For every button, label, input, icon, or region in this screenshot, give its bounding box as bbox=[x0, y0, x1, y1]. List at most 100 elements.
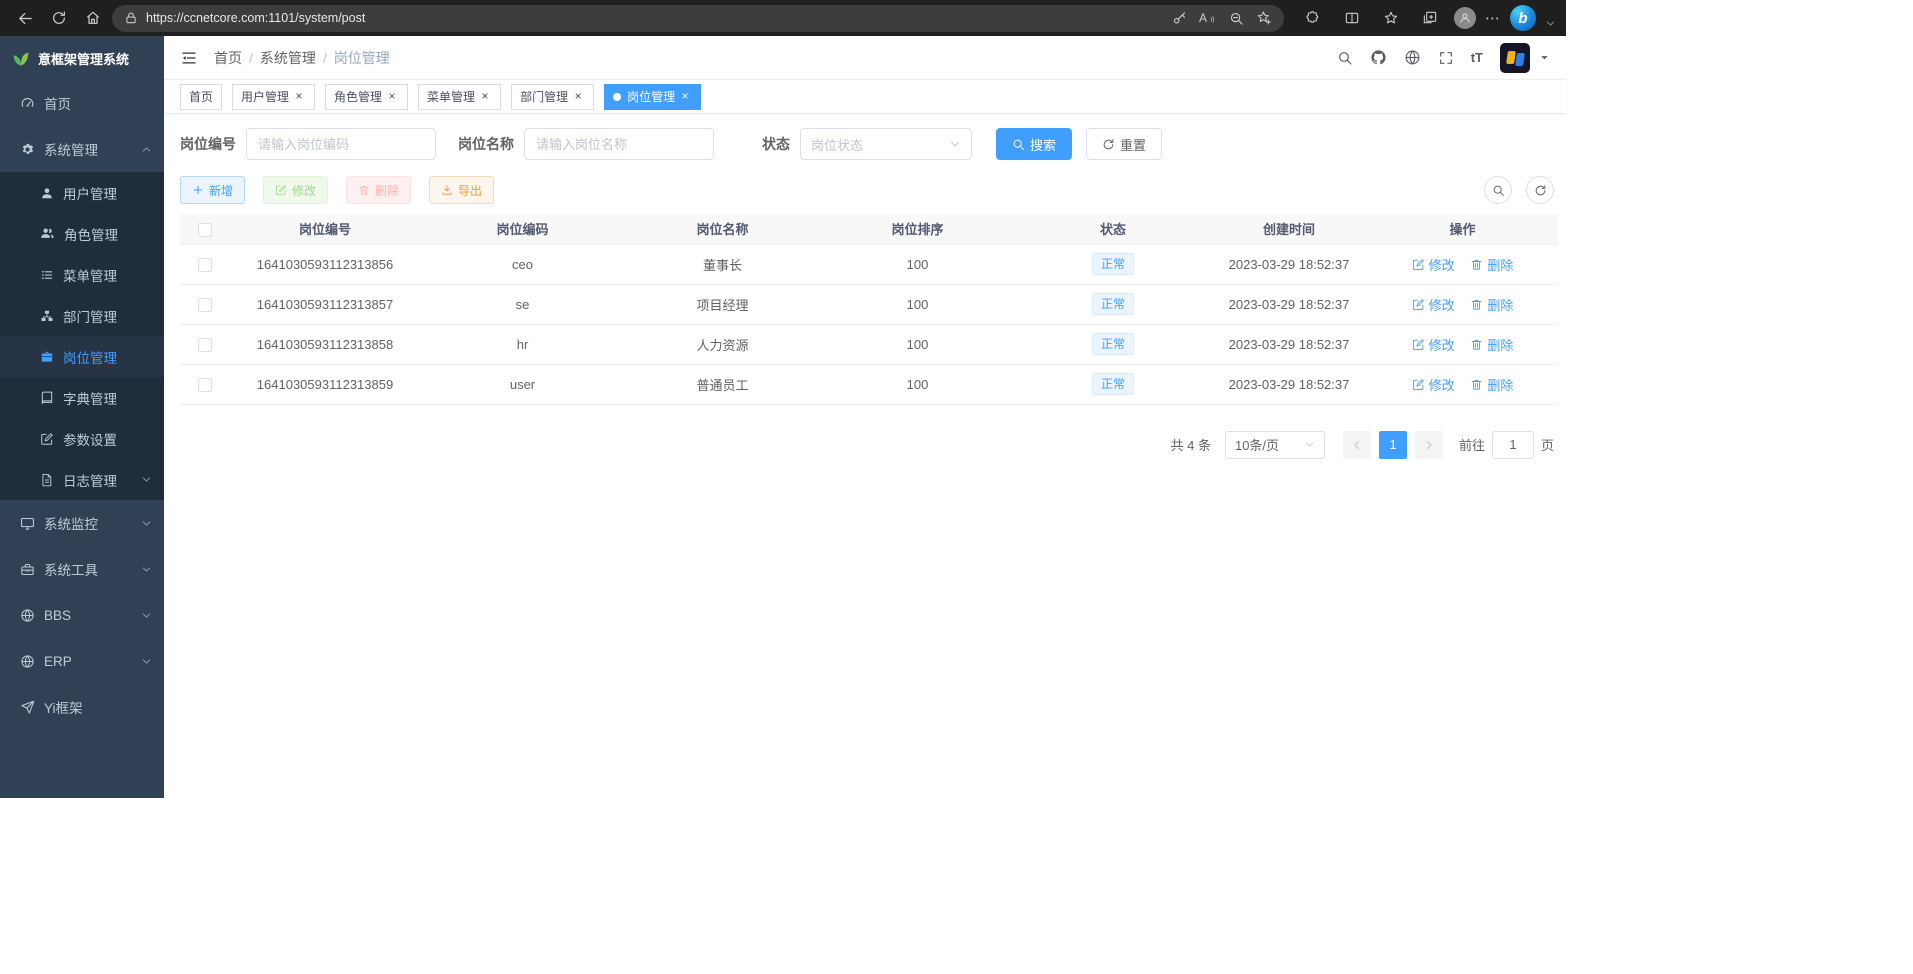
sidebar-caret-icon[interactable] bbox=[1545, 18, 1556, 29]
page-refresh-button[interactable] bbox=[44, 4, 74, 32]
sidebar-submenu-system: 用户管理 角色管理 菜单管理 部门管理 bbox=[0, 172, 164, 500]
address-bar[interactable]: https://ccnetcore.com:1101/system/post A bbox=[112, 5, 1284, 32]
row-checkbox[interactable] bbox=[198, 378, 212, 392]
trash-icon bbox=[1470, 258, 1483, 271]
sidebar-item-label: 首页 bbox=[44, 93, 71, 113]
cell-post-code: user bbox=[420, 364, 625, 404]
app-logo[interactable]: 意框架管理系统 bbox=[0, 36, 164, 80]
row-delete-link[interactable]: 删除 bbox=[1470, 335, 1513, 354]
row-checkbox[interactable] bbox=[198, 338, 212, 352]
delete-link-label: 删除 bbox=[1487, 375, 1513, 394]
sidebar-item-role-mgmt[interactable]: 角色管理 bbox=[0, 213, 164, 254]
col-post-id: 岗位编号 bbox=[230, 214, 420, 244]
sidebar-item-home[interactable]: 首页 bbox=[0, 80, 164, 126]
post-name-input[interactable] bbox=[524, 128, 714, 160]
close-icon[interactable]: × bbox=[478, 90, 492, 104]
fullscreen-icon[interactable] bbox=[1438, 50, 1454, 66]
row-checkbox[interactable] bbox=[198, 298, 212, 312]
sidebar-item-label: 岗位管理 bbox=[63, 347, 117, 367]
add-button[interactable]: 新增 bbox=[180, 176, 245, 204]
sidebar-item-menu-mgmt[interactable]: 菜单管理 bbox=[0, 254, 164, 295]
sidebar-item-post-mgmt[interactable]: 岗位管理 bbox=[0, 336, 164, 377]
page-1-button[interactable]: 1 bbox=[1379, 431, 1407, 459]
zoom-out-icon[interactable] bbox=[1229, 11, 1244, 26]
refresh-table-button[interactable] bbox=[1526, 176, 1554, 204]
browser-profile-avatar[interactable] bbox=[1454, 7, 1476, 29]
goto-page-input[interactable] bbox=[1492, 431, 1534, 459]
tab-post-mgmt[interactable]: 岗位管理 × bbox=[604, 84, 701, 110]
bing-copilot-icon[interactable]: b bbox=[1510, 5, 1536, 31]
font-size-icon[interactable]: tT bbox=[1471, 50, 1483, 65]
help-question-icon[interactable] bbox=[1404, 49, 1421, 66]
search-button[interactable]: 搜索 bbox=[996, 128, 1072, 160]
prev-page-button[interactable] bbox=[1343, 431, 1371, 459]
close-icon[interactable]: × bbox=[678, 90, 692, 104]
sidebar-item-dict-mgmt[interactable]: 字典管理 bbox=[0, 377, 164, 418]
tab-label: 角色管理 bbox=[334, 88, 382, 105]
collections-button[interactable] bbox=[1415, 4, 1445, 32]
edit-button-label: 修改 bbox=[292, 182, 316, 199]
read-aloud-icon[interactable]: A bbox=[1199, 11, 1217, 25]
globe-icon bbox=[20, 608, 35, 623]
select-all-checkbox[interactable] bbox=[198, 223, 212, 237]
sidebar-item-log-mgmt[interactable]: 日志管理 bbox=[0, 459, 164, 500]
add-favorite-icon[interactable] bbox=[1256, 10, 1272, 26]
sidebar-item-erp[interactable]: ERP bbox=[0, 638, 164, 684]
extensions-button[interactable] bbox=[1298, 4, 1328, 32]
search-button-label: 搜索 bbox=[1030, 135, 1056, 154]
browser-menu-ellipsis[interactable]: ⋯ bbox=[1485, 9, 1501, 27]
sidebar-item-user-mgmt[interactable]: 用户管理 bbox=[0, 172, 164, 213]
browser-home-button[interactable] bbox=[78, 4, 108, 32]
page-size-select[interactable]: 10条/页 bbox=[1225, 431, 1325, 459]
sidebar-group-system-mgmt[interactable]: 系统管理 bbox=[0, 126, 164, 172]
dashboard-icon bbox=[20, 96, 35, 111]
back-button[interactable] bbox=[10, 4, 40, 32]
toggle-search-button[interactable] bbox=[1484, 176, 1512, 204]
goto-label: 前往 bbox=[1459, 435, 1485, 454]
breadcrumb-home[interactable]: 首页 bbox=[214, 48, 242, 68]
row-delete-link[interactable]: 删除 bbox=[1470, 375, 1513, 394]
document-icon bbox=[40, 473, 54, 487]
row-edit-link[interactable]: 修改 bbox=[1412, 295, 1455, 314]
next-page-button[interactable] bbox=[1415, 431, 1443, 459]
row-checkbox[interactable] bbox=[198, 258, 212, 272]
tab-role-mgmt[interactable]: 角色管理 × bbox=[325, 84, 408, 110]
add-button-label: 新增 bbox=[209, 182, 233, 199]
close-icon[interactable]: × bbox=[571, 90, 585, 104]
row-delete-link[interactable]: 删除 bbox=[1470, 255, 1513, 274]
post-id-input[interactable] bbox=[246, 128, 436, 160]
breadcrumb-system-mgmt[interactable]: 系统管理 bbox=[260, 48, 316, 68]
edit-button-disabled[interactable]: 修改 bbox=[263, 176, 328, 204]
status-select[interactable]: 岗位状态 bbox=[800, 128, 972, 160]
row-edit-link[interactable]: 修改 bbox=[1412, 335, 1455, 354]
header-search-icon[interactable] bbox=[1337, 50, 1353, 66]
sidebar-item-yi-framework[interactable]: Yi框架 bbox=[0, 684, 164, 730]
row-edit-link[interactable]: 修改 bbox=[1412, 255, 1455, 274]
favorites-button[interactable] bbox=[1376, 4, 1406, 32]
edit-link-label: 修改 bbox=[1429, 375, 1455, 394]
reset-button[interactable]: 重置 bbox=[1086, 128, 1162, 160]
sidebar-item-dept-mgmt[interactable]: 部门管理 bbox=[0, 295, 164, 336]
tab-dept-mgmt[interactable]: 部门管理 × bbox=[511, 84, 594, 110]
collapse-sidebar-button[interactable] bbox=[180, 49, 198, 67]
sidebar-item-system-monitor[interactable]: 系统监控 bbox=[0, 500, 164, 546]
close-icon[interactable]: × bbox=[385, 90, 399, 104]
trash-icon bbox=[1470, 338, 1483, 351]
tab-menu-mgmt[interactable]: 菜单管理 × bbox=[418, 84, 501, 110]
row-delete-link[interactable]: 删除 bbox=[1470, 295, 1513, 314]
delete-button-disabled[interactable]: 删除 bbox=[346, 176, 411, 204]
saved-password-key-icon[interactable] bbox=[1172, 11, 1187, 26]
sidebar-item-param-settings[interactable]: 参数设置 bbox=[0, 418, 164, 459]
tab-user-mgmt[interactable]: 用户管理 × bbox=[232, 84, 315, 110]
sidebar-item-bbs[interactable]: BBS bbox=[0, 592, 164, 638]
github-icon[interactable] bbox=[1370, 49, 1387, 66]
export-button[interactable]: 导出 bbox=[429, 176, 494, 204]
row-edit-link[interactable]: 修改 bbox=[1412, 375, 1455, 394]
close-icon[interactable]: × bbox=[292, 90, 306, 104]
pencil-icon bbox=[1412, 378, 1425, 391]
tab-home[interactable]: 首页 bbox=[180, 84, 222, 110]
split-screen-button[interactable] bbox=[1337, 4, 1367, 32]
avatar-caret-down-icon[interactable] bbox=[1539, 52, 1550, 63]
sidebar-item-system-tools[interactable]: 系统工具 bbox=[0, 546, 164, 592]
user-avatar[interactable] bbox=[1500, 43, 1530, 73]
